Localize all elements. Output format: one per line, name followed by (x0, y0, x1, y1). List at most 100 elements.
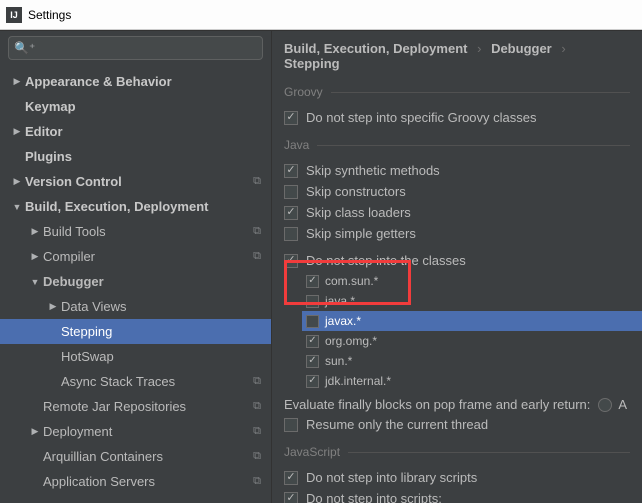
opt-resume-current[interactable]: Resume only the current thread (272, 414, 642, 435)
section-title-js: JavaScript (284, 445, 340, 459)
tree-arrow-icon: ▶ (30, 226, 40, 237)
crumb-bed: Build, Execution, Deployment (284, 41, 467, 56)
tree-arrow-icon: ▼ (30, 277, 40, 287)
opt-label: Skip synthetic methods (306, 163, 440, 178)
class-row[interactable]: com.sun.* (302, 271, 642, 291)
checkbox-icon[interactable] (306, 335, 319, 348)
class-row[interactable]: org.omg.* (302, 331, 642, 351)
checkbox-icon[interactable] (306, 375, 319, 388)
opt-java[interactable]: Skip simple getters (272, 223, 642, 244)
checkbox-icon[interactable] (284, 471, 298, 485)
section-groovy: Groovy Do not step into specific Groovy … (272, 85, 642, 128)
tree-item[interactable]: Keymap (0, 94, 271, 119)
copy-icon: ⧉ (253, 250, 261, 263)
opt-js-library[interactable]: Do not step into library scripts (272, 467, 642, 488)
checkbox-icon[interactable] (306, 355, 319, 368)
tree-label: Stepping (61, 324, 112, 339)
opt-js-scripts[interactable]: Do not step into scripts: (272, 488, 642, 503)
checkbox-icon[interactable] (306, 275, 319, 288)
tree-item[interactable]: ▼Debugger (0, 269, 271, 294)
opt-groovy-specific[interactable]: Do not step into specific Groovy classes (272, 107, 642, 128)
opt-label: Resume only the current thread (306, 417, 488, 432)
tree-item[interactable]: Application Servers⧉ (0, 469, 271, 494)
tree-label: Keymap (25, 99, 76, 114)
tree-label: Version Control (25, 174, 122, 189)
copy-icon: ⧉ (253, 475, 261, 488)
class-row[interactable]: javax.* (302, 311, 642, 331)
class-label: java.* (325, 294, 355, 308)
search-input[interactable]: 🔍⁺ (8, 36, 263, 60)
tree-label: Build, Execution, Deployment (25, 199, 208, 214)
copy-icon: ⧉ (253, 425, 261, 438)
settings-content: Build, Execution, Deployment › Debugger … (272, 31, 642, 503)
opt-java[interactable]: Skip constructors (272, 181, 642, 202)
class-label: javax.* (325, 314, 361, 328)
opt-label: Do not step into the classes (306, 253, 466, 268)
tree-item[interactable]: Async Stack Traces ⧉ (0, 369, 271, 394)
class-row[interactable]: jdk.internal.* (302, 371, 642, 391)
app-icon: IJ (6, 7, 22, 23)
tree-label: Debugger (43, 274, 104, 289)
opt-label: Skip class loaders (306, 205, 411, 220)
tree-item[interactable]: ▶Deployment⧉ (0, 419, 271, 444)
checkbox-icon[interactable] (284, 227, 298, 241)
checkbox-icon[interactable] (284, 185, 298, 199)
checkbox-icon[interactable] (306, 315, 319, 328)
radio-eval[interactable] (598, 398, 612, 412)
section-java: Java Skip synthetic methods Skip construc… (272, 138, 642, 435)
tree-item[interactable]: Arquillian Containers⧉ (0, 444, 271, 469)
copy-icon: ⧉ (253, 175, 261, 188)
search-icon: 🔍⁺ (14, 41, 35, 55)
tree-item[interactable]: Remote Jar Repositories⧉ (0, 394, 271, 419)
tree-arrow-icon: ▶ (12, 126, 22, 137)
tree-arrow-icon: ▶ (30, 251, 40, 262)
tree-label: Compiler (43, 249, 95, 264)
chevron-right-icon: › (555, 41, 571, 56)
section-title-java: Java (284, 138, 309, 152)
opt-label: Do not step into library scripts (306, 470, 477, 485)
class-row[interactable]: sun.* (302, 351, 642, 371)
tree-item[interactable]: ▶Version Control ⧉ (0, 169, 271, 194)
tree-item[interactable]: ▶Editor (0, 119, 271, 144)
opt-label: Skip constructors (306, 184, 406, 199)
tree-item[interactable]: Stepping (0, 319, 271, 344)
opt-do-not-step-into[interactable]: Do not step into the classes (272, 250, 642, 271)
checkbox-icon[interactable] (306, 295, 319, 308)
copy-icon: ⧉ (253, 450, 261, 463)
class-label: com.sun.* (325, 274, 378, 288)
tree-arrow-icon: ▶ (30, 426, 40, 437)
search-field[interactable] (39, 41, 257, 55)
checkbox-icon[interactable] (284, 254, 298, 268)
radio-label: A (618, 397, 627, 412)
tree-item[interactable]: ▶Compiler ⧉ (0, 244, 271, 269)
class-label: org.omg.* (325, 334, 377, 348)
window-title: Settings (28, 8, 71, 22)
copy-icon: ⧉ (253, 225, 261, 238)
settings-sidebar: 🔍⁺ ▶Appearance & Behavior Keymap ▶EditorPl… (0, 31, 272, 503)
tree-label: Remote Jar Repositories (43, 399, 186, 414)
class-label: jdk.internal.* (325, 374, 391, 388)
tree-item[interactable]: HotSwap (0, 344, 271, 369)
checkbox-icon[interactable] (284, 418, 298, 432)
checkbox-icon[interactable] (284, 492, 298, 503)
tree-item[interactable]: ▶Build Tools ⧉ (0, 219, 271, 244)
checkbox-icon[interactable] (284, 164, 298, 178)
opt-java[interactable]: Skip synthetic methods (272, 160, 642, 181)
copy-icon: ⧉ (253, 375, 261, 388)
tree-item[interactable]: Plugins (0, 144, 271, 169)
checkbox-icon[interactable] (284, 111, 298, 125)
settings-tree: ▶Appearance & Behavior Keymap ▶EditorPlugi… (0, 67, 271, 503)
tree-label: Async Stack Traces (61, 374, 175, 389)
titlebar: IJ Settings (0, 0, 642, 30)
opt-java[interactable]: Skip class loaders (272, 202, 642, 223)
eval-label: Evaluate finally blocks on pop frame and… (284, 397, 590, 412)
tree-arrow-icon: ▶ (12, 176, 22, 187)
tree-item[interactable]: ▶Data Views (0, 294, 271, 319)
class-row[interactable]: java.* (302, 291, 642, 311)
tree-item[interactable]: ▼Build, Execution, Deployment (0, 194, 271, 219)
opt-label: Skip simple getters (306, 226, 416, 241)
eval-finally-row: Evaluate finally blocks on pop frame and… (272, 391, 642, 414)
checkbox-icon[interactable] (284, 206, 298, 220)
tree-item[interactable]: ▶Appearance & Behavior (0, 69, 271, 94)
tree-label: Build Tools (43, 224, 106, 239)
